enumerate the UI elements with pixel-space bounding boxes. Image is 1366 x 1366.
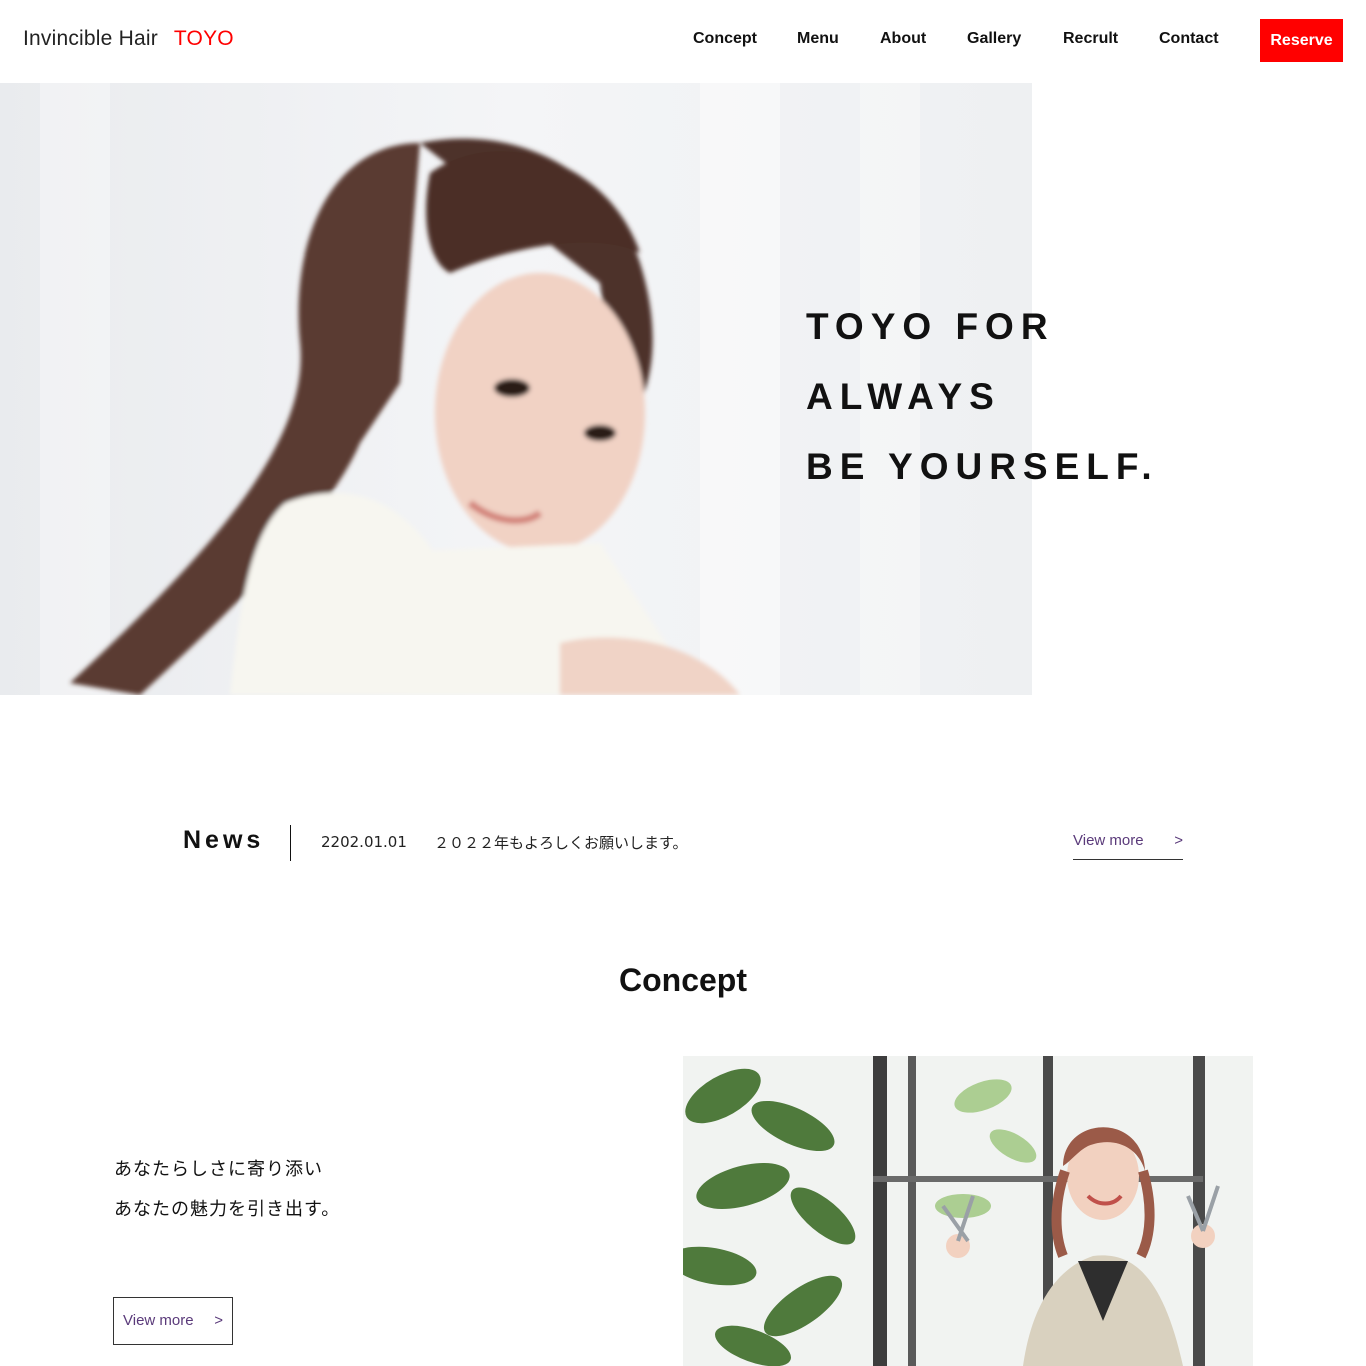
hero-heading-line: TOYO FOR — [806, 306, 1055, 347]
logo-accent: TOYO — [173, 27, 234, 50]
nav-menu[interactable]: Menu — [797, 30, 839, 48]
news-item-link[interactable]: ２０２２年もよろしくお願いします。 — [434, 832, 688, 853]
chevron-right-icon: > — [214, 1312, 223, 1329]
concept-tagline-line: あなたの魅力を引き出す。 — [114, 1199, 341, 1220]
concept-photo — [683, 1056, 1253, 1366]
nav-gallery[interactable]: Gallery — [967, 30, 1021, 48]
chevron-right-icon: > — [1174, 832, 1183, 849]
nav-contact[interactable]: Contact — [1159, 30, 1219, 48]
site-header: Invincible Hair TOYO Concept Menu About G… — [0, 0, 1366, 82]
nav-concept[interactable]: Concept — [693, 30, 757, 48]
news-title: News — [183, 826, 265, 854]
news-divider — [290, 825, 291, 861]
hero-heading-line: ALWAYS — [806, 376, 1001, 417]
concept-tagline-line: あなたらしさに寄り添い — [114, 1159, 323, 1180]
view-more-label: View more — [1073, 832, 1144, 849]
hero-heading: TOYO FOR ALWAYS BE YOURSELF. — [806, 292, 1159, 502]
view-more-label: View more — [123, 1312, 194, 1329]
nav-recruit[interactable]: Recrult — [1063, 30, 1118, 48]
concept-photo-illustration — [683, 1056, 1253, 1366]
hero-heading-line: BE YOURSELF. — [806, 446, 1159, 487]
news-date: 2202.01.01 — [321, 833, 407, 851]
nav-about[interactable]: About — [880, 30, 926, 48]
site-logo[interactable]: Invincible Hair TOYO — [23, 27, 234, 51]
concept-view-more-button[interactable]: View more > — [113, 1297, 233, 1345]
news-view-more-link[interactable]: View more > — [1073, 832, 1183, 860]
logo-text: Invincible Hair — [23, 27, 158, 50]
reserve-button[interactable]: Reserve — [1260, 19, 1343, 62]
section-title-concept: Concept — [619, 962, 747, 998]
